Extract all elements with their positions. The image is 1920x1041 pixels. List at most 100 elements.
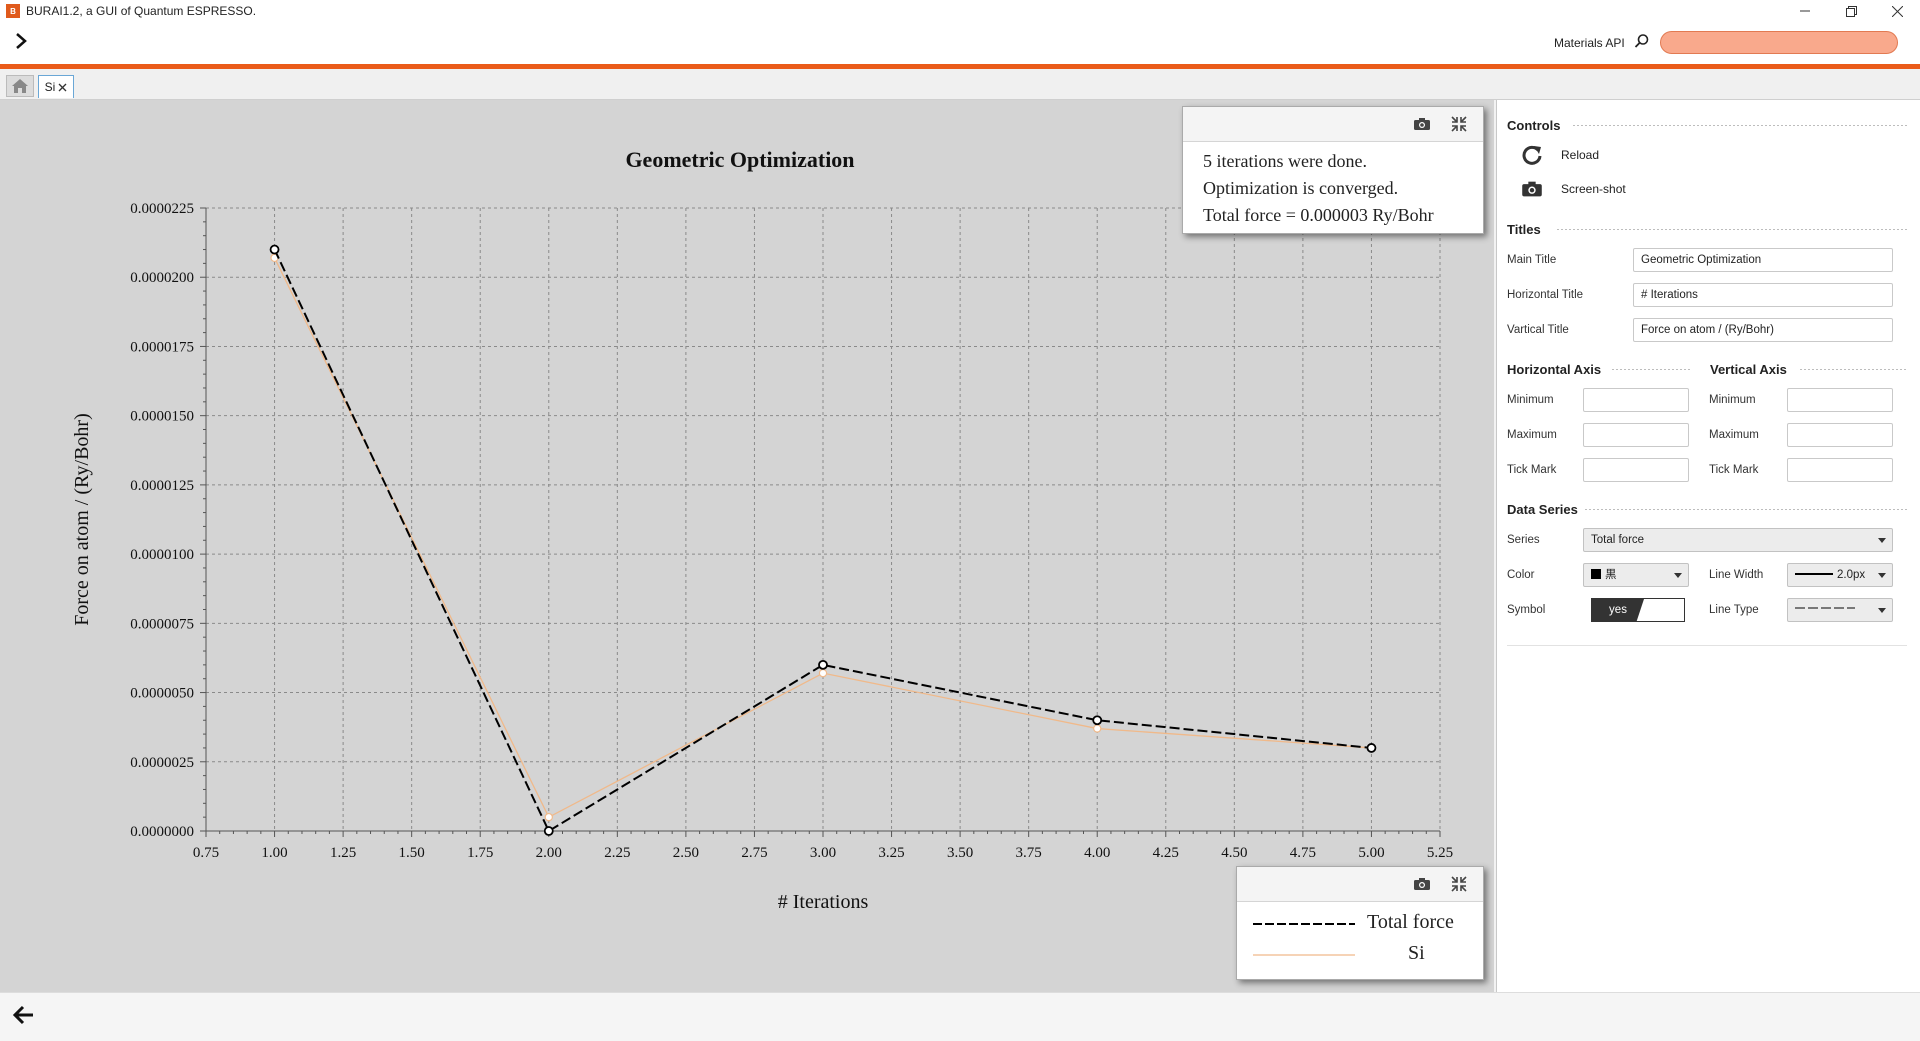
chart-settings-panel: Controls Reload Screen-shot Titles Main … (1496, 100, 1920, 992)
screenshot-label: Screen-shot (1561, 182, 1626, 196)
x-tick-label: 4.00 (1084, 845, 1110, 861)
vertical-title-label: Vartical Title (1507, 324, 1569, 336)
series-select[interactable]: Total force (1583, 528, 1893, 552)
h-maximum-label: Maximum (1507, 429, 1557, 441)
main-title-field[interactable]: Geometric Optimization (1633, 248, 1893, 272)
vertical-title-field[interactable]: Force on atom / (Ry/Bohr) (1633, 318, 1893, 342)
line-width-select[interactable]: 2.0px (1787, 563, 1893, 587)
chevron-down-icon (1878, 573, 1886, 578)
chart-area: 0.75 1.00 1.25 1.50 1.75 2.00 2.25 2.50 2.75 3.00… (0, 100, 1494, 992)
v-minimum-field[interactable] (1787, 388, 1893, 412)
symbol-toggle-on: yes (1592, 599, 1644, 621)
tab-home[interactable] (6, 75, 34, 97)
legend-entry-si: Si (1253, 942, 1473, 966)
camera-icon[interactable] (1413, 877, 1431, 891)
reload-button[interactable]: Reload (1521, 144, 1599, 166)
info-popup-header (1183, 107, 1483, 142)
data-point (818, 659, 828, 670)
v-maximum-field[interactable] (1787, 423, 1893, 447)
x-tick-label: 4.50 (1221, 845, 1247, 861)
x-tick-label: 3.75 (1016, 845, 1042, 861)
minimize-button[interactable] (1782, 0, 1828, 22)
data-point (1366, 743, 1377, 753)
section-divider (1585, 509, 1907, 510)
main-title-label: Main Title (1507, 254, 1557, 266)
bottom-bar (0, 992, 1920, 1041)
x-tick-label: 2.25 (604, 845, 630, 861)
info-line: 5 iterations were done. (1203, 151, 1367, 171)
x-tick-label: 2.00 (536, 845, 562, 861)
v-maximum-label: Maximum (1709, 429, 1759, 441)
tab-si[interactable]: Si (38, 75, 74, 98)
x-tick-label: 5.25 (1427, 845, 1453, 861)
y-tick-label: 0.0000125 (130, 478, 194, 494)
h-tick-label: Tick Mark (1507, 464, 1557, 476)
section-divider (1557, 229, 1907, 230)
section-divider (1507, 645, 1907, 646)
data-point (818, 668, 828, 678)
line-type-select[interactable] (1787, 598, 1893, 622)
info-popup: 5 iterations were done. Optimization is … (1182, 106, 1484, 234)
legend-popup: Total force Si (1236, 866, 1484, 980)
chevron-down-icon (1878, 538, 1886, 543)
expand-menu-button[interactable] (14, 32, 28, 56)
screenshot-button[interactable]: Screen-shot (1521, 180, 1626, 198)
x-tick-label: 3.00 (810, 845, 836, 861)
back-button[interactable] (12, 1005, 34, 1031)
close-icon (1891, 5, 1903, 17)
section-divider (1573, 125, 1907, 126)
data-point (1092, 715, 1103, 726)
line-type-swatch (1795, 607, 1855, 609)
x-tick-label: 1.00 (261, 845, 287, 861)
legend-popup-header (1237, 867, 1483, 902)
close-window-button[interactable] (1874, 0, 1920, 22)
restore-button[interactable] (1828, 0, 1874, 22)
arrow-left-icon (12, 1005, 33, 1025)
color-label: Color (1507, 569, 1535, 581)
materials-api-input[interactable] (1660, 31, 1898, 54)
h-minimum-field[interactable] (1583, 388, 1689, 412)
section-divider (1612, 369, 1692, 370)
reload-label: Reload (1561, 148, 1600, 162)
h-maximum-field[interactable] (1583, 423, 1689, 447)
camera-icon[interactable] (1413, 117, 1431, 131)
home-icon (12, 79, 28, 93)
x-tick-label: 1.50 (399, 845, 425, 861)
x-tick-label: 1.25 (330, 845, 356, 861)
color-swatch (1591, 569, 1601, 579)
x-tick-label: 2.50 (673, 845, 699, 861)
info-line: Total force = 0.000003 Ry/Bohr (1203, 205, 1434, 225)
chevron-down-icon (1878, 608, 1886, 613)
tab-bar: Si (0, 69, 1920, 100)
line-width-value: 2.0px (1837, 569, 1866, 581)
chevron-right-icon (16, 33, 27, 49)
series-value: Total force (1591, 534, 1645, 546)
symbol-toggle[interactable]: yes (1591, 598, 1685, 622)
color-select[interactable]: 黒 (1583, 563, 1689, 587)
controls-section-title: Controls (1507, 118, 1561, 133)
materials-api-label: Materials API (1554, 36, 1625, 50)
y-tick-label: 0.0000075 (130, 616, 194, 632)
y-tick-label: 0.0000025 (130, 755, 194, 771)
tab-label: Si (44, 80, 56, 94)
camera-icon (1522, 181, 1542, 197)
vertical-axis-section-title: Vertical Axis (1710, 362, 1787, 377)
info-line: Optimization is converged. (1203, 178, 1399, 198)
h-tick-field[interactable] (1583, 458, 1689, 482)
legend-swatch-total-force (1253, 923, 1355, 925)
v-tick-field[interactable] (1787, 458, 1893, 482)
y-tick-label: 0.0000225 (130, 201, 194, 217)
window-title-bar: B BURAI1.2, a GUI of Quantum ESPRESSO. (0, 0, 1920, 22)
line-width-label: Line Width (1709, 569, 1764, 581)
collapse-icon[interactable] (1451, 116, 1467, 132)
data-series-section-title: Data Series (1507, 502, 1578, 517)
y-tick-label: 0.0000150 (130, 409, 194, 425)
collapse-icon[interactable] (1451, 876, 1467, 892)
chevron-down-icon (1674, 573, 1682, 578)
v-tick-label: Tick Mark (1709, 464, 1759, 476)
y-tick-label: 0.0000000 (130, 824, 194, 840)
close-tab-icon[interactable] (58, 83, 67, 92)
horizontal-title-field[interactable]: # Iterations (1633, 283, 1893, 307)
search-icon[interactable] (1634, 33, 1650, 49)
window-title: BURAI1.2, a GUI of Quantum ESPRESSO. (26, 4, 257, 18)
